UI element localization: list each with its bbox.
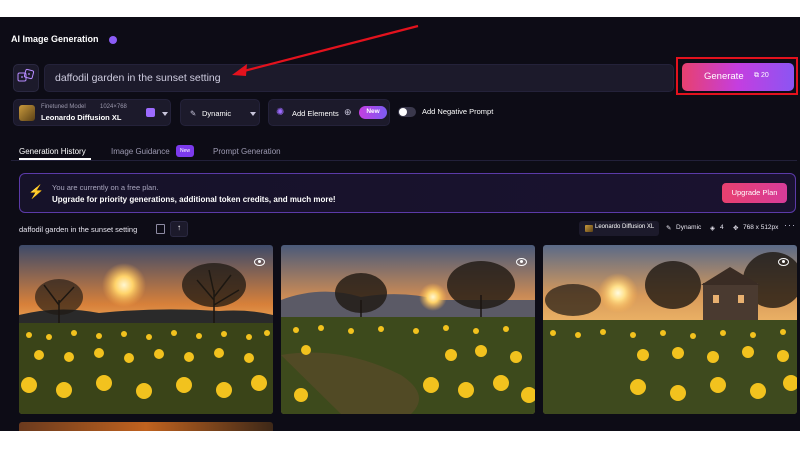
upload-button[interactable]: ↑ (170, 221, 188, 237)
generation-model: Leonardo Diffusion XL (595, 224, 655, 230)
prompt-input[interactable]: daffodil garden in the sunset setting (44, 64, 674, 92)
generated-image-1[interactable] (19, 245, 273, 414)
chevron-down-icon (250, 112, 256, 116)
generated-image-4[interactable] (19, 422, 273, 431)
more-icon[interactable]: ··· (784, 220, 796, 230)
new-badge-label: New (366, 108, 380, 115)
token-count: ⧉ 20 (754, 72, 769, 80)
prompt-text: daffodil garden in the sunset setting (55, 72, 221, 84)
token-value: 20 (760, 72, 769, 79)
bolt-icon: ⚡ (28, 184, 45, 199)
generate-button[interactable]: Generate ⧉ 20 (682, 63, 794, 91)
model-name: Leonardo Diffusion XL (41, 113, 122, 122)
size-icon: ✥ (733, 225, 739, 232)
style-icon: ✎ (666, 225, 672, 232)
tab-prompt-generation[interactable]: Prompt Generation (213, 147, 281, 156)
info-icon[interactable] (109, 36, 117, 44)
copy-icon[interactable] (156, 224, 165, 234)
chevron-down-icon (162, 112, 168, 116)
image-guidance-new-badge: New (176, 145, 194, 157)
model-thumbnail (19, 105, 35, 121)
style-icon: ✎ (190, 109, 197, 118)
model-size: 1024×768 (100, 104, 127, 110)
image-guidance-badge-label: New (179, 148, 190, 154)
generation-model-chip: Leonardo Diffusion XL (579, 221, 659, 236)
dice-icon[interactable] (13, 64, 39, 92)
generate-label: Generate (704, 71, 744, 82)
tab-divider (11, 160, 797, 161)
model-caption: Finetuned Model (41, 104, 86, 110)
add-elements-label: Add Elements (292, 109, 339, 118)
tab-generation-history[interactable]: Generation History (19, 147, 86, 156)
generated-image-2[interactable] (281, 245, 535, 414)
model-settings-icon[interactable] (146, 108, 155, 117)
style-selector[interactable]: ✎ Dynamic (180, 99, 260, 126)
generation-prompt: daffodil garden in the sunset setting (19, 225, 138, 234)
eye-icon[interactable] (778, 258, 789, 266)
upgrade-plan-button[interactable]: Upgrade Plan (722, 183, 787, 203)
eye-icon[interactable] (516, 258, 527, 266)
negative-prompt-label: Add Negative Prompt (422, 107, 494, 116)
upgrade-banner: ⚡ You are currently on a free plan. Upgr… (19, 173, 796, 213)
banner-line-2: Upgrade for priority generations, additi… (52, 195, 336, 204)
negative-prompt-toggle[interactable] (398, 107, 416, 117)
tab-image-guidance[interactable]: Image Guidance (111, 147, 170, 156)
token-icon: ⧉ (754, 72, 761, 79)
model-selector[interactable]: Finetuned Model 1024×768 Leonardo Diffus… (13, 99, 171, 126)
page-title: AI Image Generation (11, 34, 99, 44)
generation-count: 4 (720, 224, 724, 231)
generation-size: 768 x 512px (743, 224, 779, 231)
generated-image-3[interactable] (543, 245, 797, 414)
eye-icon[interactable] (254, 258, 265, 266)
elements-icon: ✺ (276, 107, 285, 118)
upgrade-plan-label: Upgrade Plan (731, 188, 778, 197)
model-thumbnail (585, 225, 593, 232)
banner-line-1: You are currently on a free plan. (52, 183, 159, 192)
new-badge: New (359, 106, 387, 119)
add-elements-button[interactable]: ✺ Add Elements ⊕ New (268, 99, 390, 126)
style-label: Dynamic (202, 109, 232, 118)
upload-icon: ↑ (177, 223, 181, 232)
app-window: AI Image Generation daffodil garden in t… (0, 17, 800, 431)
grid-icon: ◈ (710, 225, 715, 232)
plus-icon: ⊕ (344, 107, 352, 117)
generation-style: Dynamic (676, 224, 702, 231)
